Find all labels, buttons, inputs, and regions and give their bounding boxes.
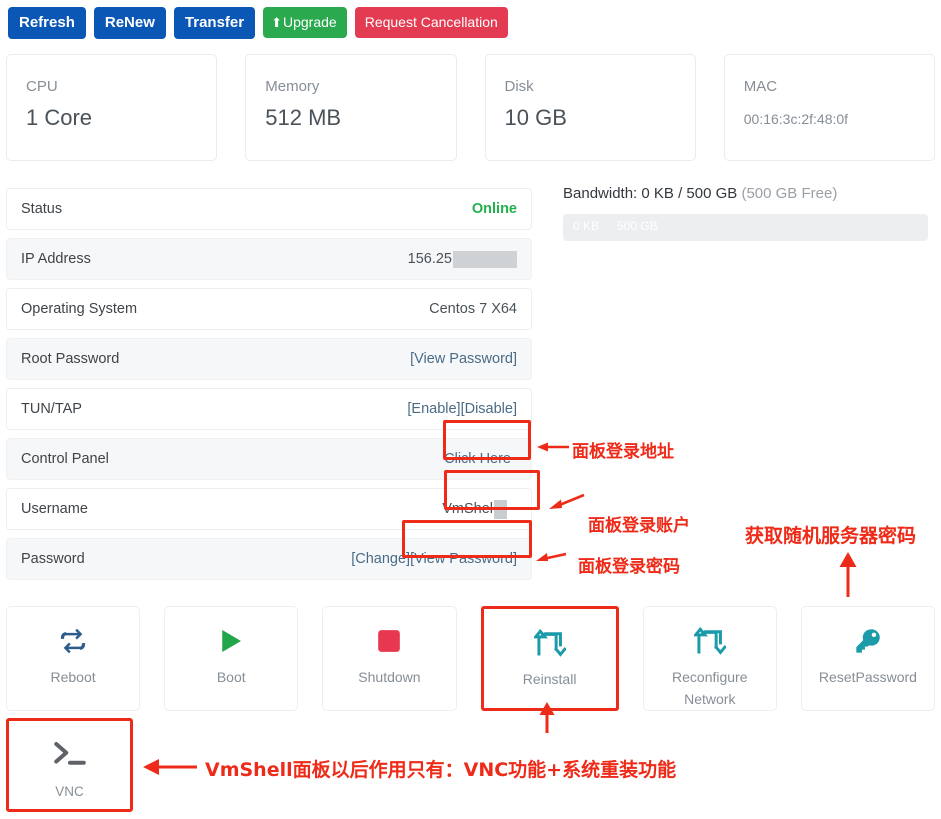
vnc-row: VNC — [6, 718, 133, 812]
card-memory: Memory 512 MB — [245, 54, 456, 161]
reboot-button[interactable]: Reboot — [6, 606, 140, 711]
reinstall-arrows-icon — [694, 624, 726, 658]
redaction-block-icon — [494, 500, 507, 519]
request-cancellation-button[interactable]: Request Cancellation — [355, 7, 508, 38]
reset-password-label: ResetPassword — [815, 667, 921, 689]
card-mac: MAC 00:16:3c:2f:48:0f — [724, 54, 935, 161]
card-disk: Disk 10 GB — [485, 54, 696, 161]
status-badge: Online — [472, 201, 517, 217]
refresh-button[interactable]: Refresh — [8, 7, 86, 39]
info-row-label: Control Panel — [21, 451, 109, 467]
annotation-vmshell-note: VmShell面板以后作用只有：VNC功能+系统重装功能 — [205, 755, 676, 782]
card-disk-value: 10 GB — [505, 107, 695, 129]
renew-button[interactable]: ReNew — [94, 7, 166, 39]
power-actions-row: Reboot Boot Shutdown Reinstall — [6, 606, 935, 711]
info-row-tun-tap: TUN/TAP [Enable][Disable] — [6, 388, 532, 430]
bandwidth-title: Bandwidth: 0 KB / 500 GB (500 GB Free) — [563, 186, 928, 201]
info-row-status: Status Online — [6, 188, 532, 230]
key-icon — [854, 624, 882, 658]
reinstall-arrows-icon — [534, 626, 566, 660]
reinstall-label: Reinstall — [519, 669, 581, 691]
shutdown-label: Shutdown — [354, 667, 424, 689]
vnc-label: VNC — [55, 784, 84, 799]
action-toolbar: Refresh ReNew Transfer ⬆Upgrade Request … — [8, 7, 508, 39]
transfer-button[interactable]: Transfer — [174, 7, 255, 39]
info-row-label: Username — [21, 501, 88, 517]
annotation-random-server-password: 获取随机服务器密码 — [745, 521, 916, 548]
annotation-panel-account: 面板登录账户 — [588, 511, 690, 536]
up-arrow-icon: ⬆ — [271, 16, 282, 29]
bandwidth-usage-text: Bandwidth: 0 KB / 500 GB — [563, 185, 737, 202]
card-memory-label: Memory — [265, 79, 455, 94]
reinstall-button[interactable]: Reinstall — [481, 606, 619, 711]
operating-system-value: Centos 7 X64 — [429, 301, 517, 317]
card-mac-value: 00:16:3c:2f:48:0f — [744, 112, 934, 126]
card-cpu: CPU 1 Core — [6, 54, 217, 161]
annotation-arrow-username — [545, 490, 585, 514]
info-row-operating-system: Operating System Centos 7 X64 — [6, 288, 532, 330]
info-row-root-password: Root Password [View Password] — [6, 338, 532, 380]
upgrade-button[interactable]: ⬆Upgrade — [263, 7, 347, 38]
stop-square-icon — [376, 624, 402, 658]
tun-tap-toggle-links[interactable]: [Enable][Disable] — [407, 401, 517, 417]
username-value: VmShel — [442, 501, 493, 517]
info-row-label: Operating System — [21, 301, 137, 317]
annotation-arrow-password — [533, 545, 567, 567]
bandwidth-progress-bar: 0 KB 500 GB — [563, 214, 928, 241]
card-cpu-value: 1 Core — [26, 107, 216, 129]
info-row-control-panel: Control Panel Click Here — [6, 438, 532, 480]
bandwidth-total-label: 500 GB — [617, 220, 658, 232]
spec-cards: CPU 1 Core Memory 512 MB Disk 10 GB MAC … — [6, 54, 935, 161]
reconfigure-network-label: Reconfigure Network — [644, 667, 776, 710]
terminal-prompt-icon — [52, 739, 88, 774]
card-mac-label: MAC — [744, 79, 934, 94]
server-info-list: Status Online IP Address 156.25 Operatin… — [6, 188, 532, 588]
upgrade-button-label: Upgrade — [283, 14, 337, 30]
card-cpu-label: CPU — [26, 79, 216, 94]
info-row-username: Username VmShel — [6, 488, 532, 530]
info-row-label: Root Password — [21, 351, 119, 367]
control-panel-click-here-link[interactable]: Click Here — [444, 451, 511, 467]
shutdown-button[interactable]: Shutdown — [322, 606, 456, 711]
info-row-label: IP Address — [21, 251, 91, 267]
view-root-password-link[interactable]: [View Password] — [410, 351, 517, 367]
annotation-arrow-control-panel — [536, 437, 570, 457]
vnc-button[interactable]: VNC — [6, 718, 133, 812]
card-memory-value: 512 MB — [265, 107, 455, 129]
bandwidth-free-text: (500 GB Free) — [741, 185, 837, 202]
annotation-arrow-reset-password — [836, 550, 860, 598]
view-panel-password-link[interactable]: [View Password] — [410, 551, 517, 567]
info-row-password: Password [Change][View Password] — [6, 538, 532, 580]
reconfigure-network-button[interactable]: Reconfigure Network — [643, 606, 777, 711]
reboot-label: Reboot — [47, 667, 100, 689]
annotation-panel-password: 面板登录密码 — [578, 552, 680, 577]
annotation-arrow-vnc — [140, 756, 198, 780]
boot-label: Boot — [213, 667, 250, 689]
ip-address-value: 156.25 — [408, 251, 452, 267]
play-icon — [216, 624, 246, 658]
boot-button[interactable]: Boot — [164, 606, 298, 711]
bandwidth-used-label: 0 KB — [573, 220, 599, 232]
card-disk-label: Disk — [505, 79, 695, 94]
info-row-label: Password — [21, 551, 85, 567]
change-password-link[interactable]: [Change] — [351, 551, 410, 567]
repeat-icon — [58, 624, 88, 658]
info-row-label: TUN/TAP — [21, 401, 82, 417]
redaction-block-icon — [453, 251, 517, 268]
bandwidth-section: Bandwidth: 0 KB / 500 GB (500 GB Free) 0… — [563, 186, 928, 241]
info-row-ip-address: IP Address 156.25 — [6, 238, 532, 280]
info-row-label: Status — [21, 201, 62, 217]
reset-password-button[interactable]: ResetPassword — [801, 606, 935, 711]
annotation-panel-url: 面板登录地址 — [572, 437, 674, 462]
